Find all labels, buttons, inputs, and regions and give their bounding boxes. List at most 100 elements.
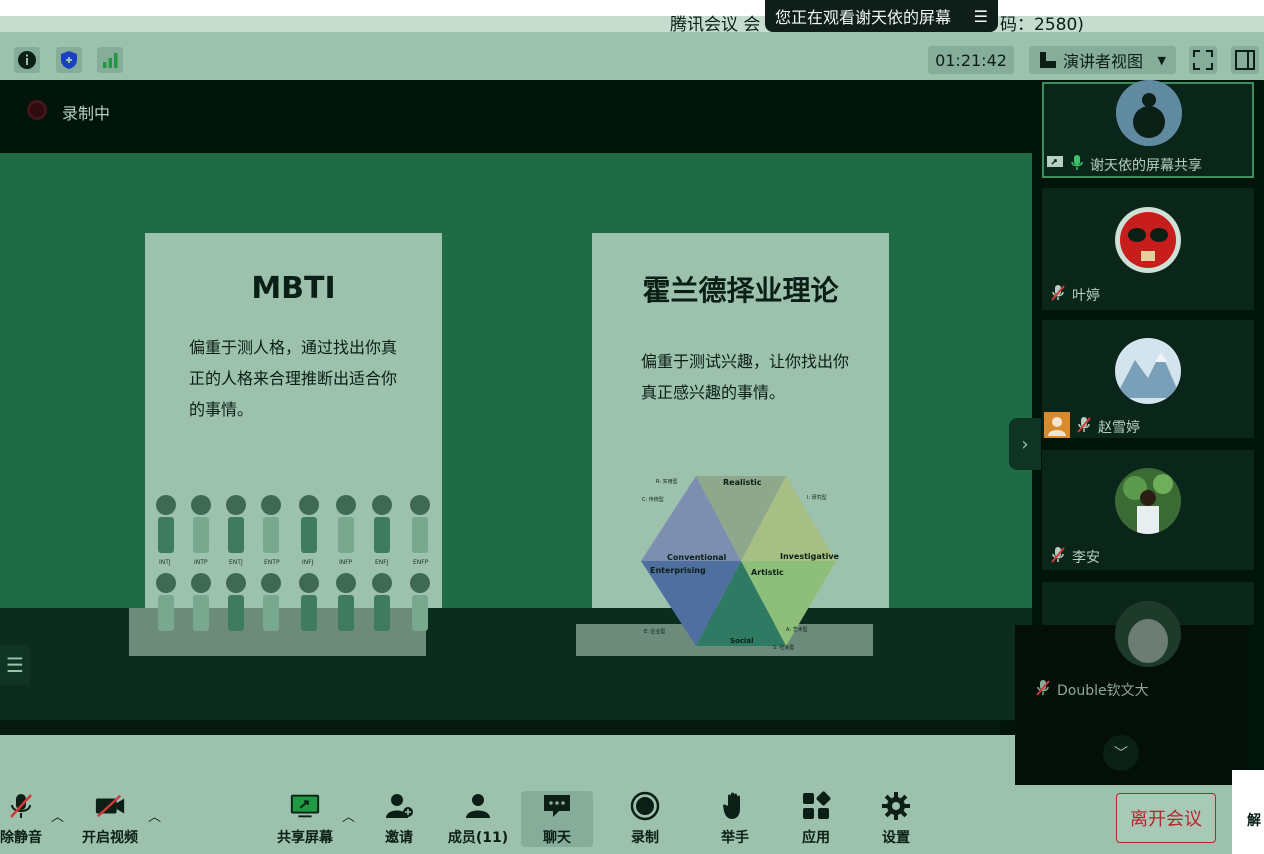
recording-label: 录制中 [62, 104, 111, 123]
hex-label-c-cn: C: 传统型 [642, 496, 664, 503]
screen-share-icon [1046, 155, 1064, 175]
holland-card: 霍兰德择业理论 偏重于测试兴趣，让你找出你真正感兴趣的事情。 Realistic… [592, 233, 889, 651]
chat-label: 聊天 [543, 830, 571, 846]
share-options-caret-icon[interactable]: ︿ [342, 806, 355, 825]
mbti-figure [371, 573, 393, 633]
stage-lower-band-dark [0, 720, 1000, 735]
participant-name: 赵雪婷 [1098, 420, 1140, 436]
video-options-caret-icon[interactable]: ︿ [148, 806, 161, 825]
mbti-type-label: ENTJ [229, 559, 243, 566]
mbti-figure [225, 573, 247, 633]
unmute-button[interactable]: 除静音 [0, 791, 42, 847]
mic-muted-icon [1050, 546, 1066, 568]
mic-muted-icon [1035, 679, 1051, 701]
network-signal-icon[interactable] [97, 47, 123, 73]
chevron-down-icon: ▼ [1157, 53, 1166, 67]
mbti-figure [190, 495, 212, 555]
participant-tile[interactable]: 赵雪婷 [1042, 320, 1254, 438]
sidebar-toggle-icon[interactable] [1231, 46, 1259, 74]
collapse-panel-handle[interactable]: › [1009, 418, 1041, 470]
hex-label-a-cn: A: 艺术型 [786, 626, 808, 633]
audio-options-caret-icon[interactable]: ︿ [51, 806, 64, 825]
add-user-icon [383, 791, 415, 821]
view-mode-label: 演讲者视图 [1063, 52, 1144, 71]
meeting-timer: 01:21:42 [928, 46, 1014, 74]
members-label: 成员(11) [447, 830, 509, 846]
settings-label: 设置 [882, 830, 910, 846]
viewing-banner[interactable]: 您正在观看谢天依的屏幕 ☰ [765, 0, 998, 32]
apps-button[interactable]: 应用 [800, 791, 832, 847]
hex-label-enterprising: Enterprising [650, 566, 706, 575]
participant-tile-screen-share[interactable]: 谢天依的屏幕共享 [1042, 80, 1254, 178]
leave-meeting-button[interactable]: 离开会议 [1116, 793, 1216, 843]
apps-grid-icon [800, 791, 832, 821]
raise-hand-button[interactable]: 举手 [719, 791, 751, 847]
mbti-figure [155, 495, 177, 555]
raise-hand-label: 举手 [721, 830, 749, 846]
mbti-figure [190, 573, 212, 633]
meeting-code: 码：2580) [1000, 15, 1084, 35]
banner-menu-icon[interactable]: ☰ [974, 7, 988, 26]
start-video-button[interactable]: 开启视频 [80, 791, 140, 847]
apps-label: 应用 [802, 830, 830, 846]
start-video-label: 开启视频 [82, 830, 138, 846]
video-off-icon [94, 791, 126, 821]
participant-name: 李安 [1072, 550, 1100, 566]
mbti-figure [409, 573, 431, 633]
mbti-card-body: 偏重于测人格，通过找出你真正的人格来合理推断出适合你的事情。 [189, 338, 398, 419]
participant-label: 赵雪婷 [1044, 412, 1140, 442]
avatar [1115, 207, 1181, 273]
share-screen-button[interactable]: 共享屏幕 [275, 791, 335, 847]
security-shield-icon[interactable] [56, 47, 82, 73]
window-title: 腾讯会议 会 [670, 15, 761, 35]
avatar [1115, 601, 1181, 667]
holland-card-body: 偏重于测试兴趣，让你找出你真正感兴趣的事情。 [641, 352, 850, 402]
right-edge-label: 解 [1247, 813, 1261, 829]
share-screen-label: 共享屏幕 [277, 830, 333, 846]
hex-label-social: Social [730, 637, 754, 645]
invite-label: 邀请 [385, 830, 413, 846]
participant-tile[interactable]: 李安 [1042, 450, 1254, 570]
fullscreen-icon[interactable] [1189, 46, 1217, 74]
mbti-type-label: INFP [339, 559, 353, 566]
participant-tile[interactable]: 叶婷 [1042, 188, 1254, 310]
mic-muted-icon [1050, 284, 1066, 306]
hex-label-s-cn: S: 社会型 [773, 644, 794, 651]
view-mode-dropdown[interactable]: 演讲者视图 ▼ [1029, 46, 1176, 74]
holland-card-title: 霍兰德择业理论 [642, 274, 839, 307]
avatar [1116, 80, 1182, 146]
recording-dot-icon [27, 100, 47, 120]
record-button[interactable]: 录制 [629, 791, 661, 847]
record-icon [629, 791, 661, 821]
mbti-type-label: ENTP [264, 559, 280, 566]
members-button[interactable]: 成员(11) [448, 791, 508, 847]
mbti-type-label: ENFP [413, 559, 429, 566]
participant-label: 李安 [1050, 546, 1100, 568]
info-icon[interactable] [14, 47, 40, 73]
mbti-figure [335, 573, 357, 633]
mbti-card-title: MBTI [251, 271, 336, 306]
mbti-card: MBTI 偏重于测人格，通过找出你真正的人格来合理推断出适合你的事情。 INTJ… [145, 233, 442, 631]
settings-button[interactable]: 设置 [880, 791, 912, 847]
hex-label-i-cn: I: 研究型 [807, 494, 827, 501]
hex-label-realistic: Realistic [723, 478, 762, 487]
mbti-figure [260, 573, 282, 633]
hex-label-conventional: Conventional [667, 553, 727, 562]
mbti-figure [298, 495, 320, 555]
invite-button[interactable]: 邀请 [383, 791, 415, 847]
avatar [1115, 338, 1181, 404]
scroll-down-icon[interactable]: ﹀ [1103, 735, 1139, 771]
mbti-characters-illustration: INTJ INTP ENTJ ENTP INFJ INFP ENFJ ENFP [153, 495, 438, 635]
participant-name: Double钦文大 [1057, 683, 1149, 699]
mbti-type-label: INTP [194, 559, 208, 566]
hex-label-e-cn: E: 企业型 [644, 628, 665, 635]
chat-button[interactable]: 聊天 [521, 791, 593, 847]
mbti-figure [371, 495, 393, 555]
left-menu-icon[interactable]: ☰ [0, 645, 30, 685]
participant-label: 叶婷 [1050, 284, 1100, 306]
participant-label: 谢天依的屏幕共享 [1046, 154, 1202, 176]
mbti-figure [298, 573, 320, 633]
speaker-view-icon [1040, 52, 1056, 68]
mbti-figure [155, 573, 177, 633]
title-bar-top-strip [0, 0, 765, 16]
